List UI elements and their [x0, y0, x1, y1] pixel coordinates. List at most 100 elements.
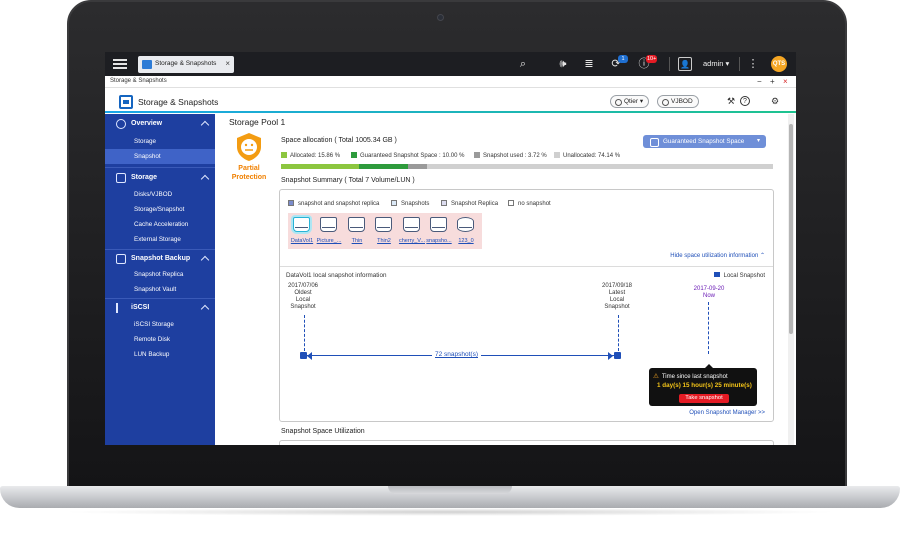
- sidebar-item-label: Disks/VJBOD: [134, 191, 173, 198]
- volume-disk-icon: [430, 217, 447, 232]
- allocation-legend: Allocated: 15.86 % Guaranteed Snapshot S…: [281, 152, 781, 162]
- volume-thin[interactable]: Thin: [343, 215, 371, 248]
- latest-date: 2017/09/18: [601, 283, 633, 289]
- notification-badge: 10+: [646, 55, 658, 63]
- search-icon[interactable]: ⌕: [516, 57, 530, 71]
- sidebar-item-iscsi-storage[interactable]: iSCSI Storage: [105, 317, 215, 332]
- volume-datavol1[interactable]: DataVol1: [288, 215, 316, 248]
- allocation-segment: [408, 164, 427, 169]
- user-icon[interactable]: 👤: [678, 57, 692, 71]
- hide-space-info-link[interactable]: Hide space utilization information ⌃: [670, 252, 765, 259]
- timeline-dash-oldest: [304, 315, 305, 351]
- app-tab-label: Storage & Snapshots: [155, 60, 217, 67]
- arrow-left-icon: [307, 352, 312, 360]
- sidebar-item-snapshot-replica[interactable]: Snapshot Replica: [105, 267, 215, 282]
- take-snapshot-button[interactable]: Take snapshot: [679, 394, 729, 403]
- legend-swatch: [351, 152, 357, 158]
- open-snapshot-manager-link[interactable]: Open Snapshot Manager >>: [689, 410, 765, 416]
- volume-label: Picture_...: [316, 238, 342, 244]
- chevron-up-icon: [200, 174, 210, 184]
- volume-label: snapsho...: [426, 238, 452, 244]
- sidebar-item-label: LUN Backup: [134, 351, 170, 358]
- volume-disk-icon: [375, 217, 392, 232]
- close-window-icon[interactable]: ×: [783, 76, 788, 87]
- panel-divider: [280, 266, 773, 267]
- user-menu[interactable]: admin ▾: [703, 59, 729, 68]
- close-tab-icon[interactable]: ×: [225, 59, 230, 68]
- volume-snapsho[interactable]: snapsho...: [425, 215, 453, 248]
- volume-cherry[interactable]: cherry_V...: [398, 215, 426, 248]
- more-icon[interactable]: ⋮: [746, 57, 760, 71]
- sidebar-item-remote-disk[interactable]: Remote Disk: [105, 332, 215, 347]
- sidebar-item-label: Storage: [134, 138, 157, 145]
- now-info: 2017-09-20 Now: [690, 286, 728, 300]
- vjbod-button[interactable]: VJBOD: [657, 95, 699, 108]
- sidebar-item-snapshot-vault[interactable]: Snapshot Vault: [105, 282, 215, 297]
- guaranteed-snapshot-space-button[interactable]: Guaranteed Snapshot Space ▾: [643, 135, 766, 148]
- lun-123-0[interactable]: 123_0: [452, 215, 480, 248]
- legend-snapshots: Snapshots: [391, 200, 429, 207]
- protection-status: Partial Protection: [231, 165, 267, 181]
- sidebar-item-label: Cache Acceleration: [134, 221, 189, 228]
- now-label: Now: [702, 293, 715, 299]
- minimize-icon[interactable]: −: [757, 76, 762, 87]
- oldest-date: 2017/07/06: [287, 283, 319, 289]
- tools-icon[interactable]: ⚒: [725, 95, 737, 107]
- volume-label: 123_0: [458, 238, 474, 244]
- hamburger-menu-icon[interactable]: [113, 57, 127, 71]
- chevron-up-icon: [200, 120, 210, 130]
- sidebar-group-storage[interactable]: Storage: [105, 170, 215, 186]
- snapshot-count-link[interactable]: 72 snapshot(s): [432, 351, 481, 358]
- scrollbar-thumb[interactable]: [789, 124, 793, 334]
- volume-picture[interactable]: Picture_...: [315, 215, 343, 248]
- volume-label: DataVol1: [290, 238, 314, 244]
- volume-thin2[interactable]: Thin2: [370, 215, 398, 248]
- settings-gear-icon[interactable]: ⚙: [769, 95, 781, 107]
- sidebar-group-iscsi[interactable]: iSCSI: [105, 300, 215, 316]
- legend-guaranteed: Guaranteed Snapshot Space : 10.00 %: [351, 152, 464, 159]
- oldest-label-snapshot: Snapshot: [290, 304, 316, 310]
- sidebar-group-snapshot-backup[interactable]: Snapshot Backup: [105, 251, 215, 267]
- sidebar-item-label: Remote Disk: [134, 336, 171, 343]
- snapshot-space-utilization-title: Snapshot Space Utilization: [281, 428, 365, 435]
- legend-label: Snapshots: [401, 201, 430, 207]
- gss-button-label: Guaranteed Snapshot Space: [663, 138, 745, 145]
- latest-label-snapshot: Snapshot: [604, 304, 630, 310]
- dashboard-icon[interactable]: QTS: [771, 56, 787, 72]
- qtier-button[interactable]: Qtier ▾: [610, 95, 650, 108]
- callout-elapsed-time: 1 day(s) 15 hour(s) 25 minute(s): [657, 382, 752, 389]
- sidebar-item-external-storage[interactable]: External Storage: [105, 232, 215, 247]
- storage-snapshots-logo-icon: [119, 95, 133, 109]
- volume-label: cherry_V...: [398, 238, 426, 244]
- tasks-badge: 1: [618, 55, 628, 63]
- sidebar-item-storage-overview[interactable]: Storage: [105, 134, 215, 149]
- volume-disk-icon: [403, 217, 420, 232]
- separator: [669, 57, 670, 71]
- legend-snapshot-replica: Snapshot Replica: [441, 200, 498, 207]
- oldest-label: Oldest: [294, 290, 312, 296]
- snapshot-summary-title: Snapshot Summary ( Total 7 Volume/LUN ): [281, 177, 415, 184]
- snapshot-summary-panel: snapshot and snapshot replica Snapshots …: [279, 189, 774, 422]
- sidebar-group-overview[interactable]: Overview: [105, 116, 215, 132]
- sidebar-divider: [105, 298, 215, 299]
- sidebar-item-snapshot[interactable]: Snapshot: [105, 149, 215, 164]
- sidebar-item-label: Storage/Snapshot: [134, 206, 185, 213]
- storage-app-icon: [142, 60, 152, 69]
- qtier-label: Qtier: [624, 98, 639, 105]
- help-icon[interactable]: ?: [740, 96, 750, 106]
- sidebar-item-disks-vjbod[interactable]: Disks/VJBOD: [105, 187, 215, 202]
- tasks-icon[interactable]: ≣: [582, 57, 596, 71]
- sidebar-item-lun-backup[interactable]: LUN Backup: [105, 347, 215, 362]
- legend-label: Snapshot used : 3.72 %: [483, 153, 547, 159]
- sidebar-divider: [105, 249, 215, 250]
- overview-icon: [116, 119, 126, 129]
- volume-icon[interactable]: 🕪: [556, 57, 570, 71]
- sidebar-item-cache-acceleration[interactable]: Cache Acceleration: [105, 217, 215, 232]
- sidebar-item-storage-snapshot[interactable]: Storage/Snapshot: [105, 202, 215, 217]
- space-allocation-title: Space allocation ( Total 1005.34 GB ): [281, 137, 397, 144]
- app-tab-storage[interactable]: Storage & Snapshots ×: [138, 56, 234, 73]
- maximize-icon[interactable]: +: [770, 76, 775, 87]
- volume-list: DataVol1 Picture_... Thin Thin2 cherry_V…: [288, 213, 482, 249]
- sidebar-group-label: Snapshot Backup: [131, 255, 191, 262]
- laptop-notch: [388, 486, 512, 494]
